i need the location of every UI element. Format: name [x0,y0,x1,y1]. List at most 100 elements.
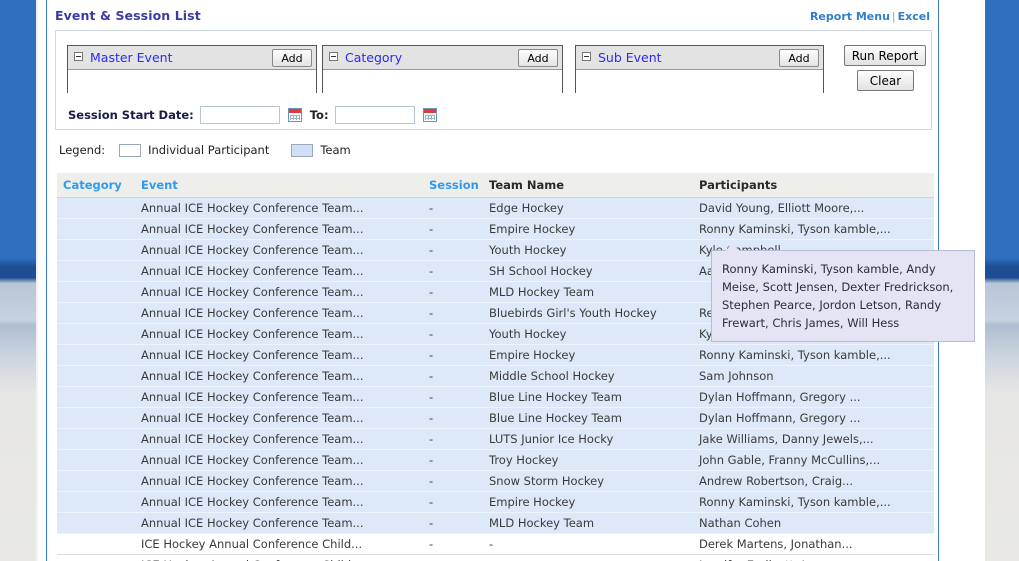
cell-participants: Derek Martens, Jonathan... [693,533,934,555]
cell-participants: Ronny Kaminski, Tyson kamble,... [693,344,934,366]
session-end-date-input[interactable] [334,106,415,124]
right-gutter [975,0,985,561]
tooltip-pointer-icon [726,242,739,251]
filter-group-label[interactable]: Sub Event [598,50,662,65]
filter-group-label[interactable]: Master Event [90,50,172,65]
cell-category [57,428,135,450]
table-row[interactable]: Annual ICE Hockey Conference Team... - Emp… [57,218,934,240]
table-row[interactable]: Annual ICE Hockey Conference Team... - Mid… [57,365,934,387]
cell-participants: David Young, Elliott Moore,... [693,197,934,219]
cell-team-name: Edge Hockey [483,197,693,219]
cell-session: - [423,449,483,471]
cell-session: - [423,533,483,555]
cell-session: - [423,197,483,219]
legend: Legend: Individual Participant Team [59,143,373,157]
table-row[interactable]: Annual ICE Hockey Conference Team... - Edg… [57,197,934,219]
cell-participants: Dylan Hoffmann, Gregory ... [693,386,934,408]
cell-event: Annual ICE Hockey Conference Team... [135,470,423,492]
cell-event: Annual ICE Hockey Conference Team... [135,386,423,408]
table-row[interactable]: Annual ICE Hockey Conference Team... - MLD… [57,512,934,534]
left-decorative-background [0,0,36,561]
column-header-team-name: Team Name [483,173,693,198]
legend-swatch-individual [119,143,142,157]
minus-box-icon[interactable] [329,52,338,61]
cell-team-name: - [483,533,693,555]
cell-participants: Ronny Kaminski, Tyson kamble,... [693,491,934,513]
table-row[interactable]: Annual ICE Hockey Conference Team... - Blu… [57,386,934,408]
cell-team-name: SH School Hockey [483,260,693,282]
cell-participants: Sam Johnson [693,365,934,387]
filter-group-header: Category Add [323,46,562,70]
cell-participants: Ronny Kaminski, Tyson kamble,... [693,218,934,240]
filter-group-sub-event: Sub Event Add [575,45,824,93]
add-master-event-button[interactable]: Add [272,49,312,67]
cell-session: - [423,302,483,324]
cell-category [57,491,135,513]
cell-participants: Nathan Cohen [693,512,934,534]
minus-box-icon[interactable] [582,52,591,61]
excel-export-link[interactable]: Excel [898,10,930,23]
table-row[interactable]: Annual ICE Hockey Conference Team... - Blu… [57,407,934,429]
minus-box-icon[interactable] [74,52,83,61]
session-start-date-label: Session Start Date: [68,108,194,122]
cell-event: Annual ICE Hockey Conference Team... [135,491,423,513]
cell-event: Annual ICE Hockey Conference Team... [135,323,423,345]
cell-category [57,302,135,324]
filter-group-category: Category Add [322,45,563,93]
calendar-icon[interactable] [422,108,437,122]
cell-team-name: Empire Hockey [483,218,693,240]
calendar-icon[interactable] [287,108,302,122]
cell-category [57,470,135,492]
cell-session: - [423,281,483,303]
cell-event: ICE Hockey Annual Conference Child... [135,554,423,561]
add-category-button[interactable]: Add [518,49,558,67]
cell-team-name: Blue Line Hockey Team [483,407,693,429]
cell-event: Annual ICE Hockey Conference Team... [135,218,423,240]
cell-event: Annual ICE Hockey Conference Team... [135,407,423,429]
clear-button[interactable]: Clear [857,70,914,91]
filter-group-body [323,70,562,93]
table-row[interactable]: Annual ICE Hockey Conference Team... - Sno… [57,470,934,492]
report-menu-link[interactable]: Report Menu [810,10,890,23]
column-header-session[interactable]: Session [423,173,483,198]
cell-category [57,344,135,366]
table-row[interactable]: ICE Hockey Annual Conference Child... - - D… [57,533,934,555]
filter-group-master-event: Master Event Add [67,45,317,93]
cell-category [57,239,135,261]
cell-event: Annual ICE Hockey Conference Team... [135,239,423,261]
cell-session: - [423,218,483,240]
session-start-date-input[interactable] [199,106,280,124]
cell-category [57,554,135,561]
legend-title: Legend: [59,143,106,157]
cell-team-name: Bluebirds Girl's Youth Hockey [483,302,693,324]
column-header-participants: Participants [693,173,934,198]
results-table-wrapper: Category Event Session Team Name Partici… [57,173,934,561]
cell-session: - [423,491,483,513]
column-header-event[interactable]: Event [135,173,423,198]
cell-team-name: LUTS Junior Ice Hocky [483,428,693,450]
results-table: Category Event Session Team Name Partici… [57,173,934,561]
table-row[interactable]: Annual ICE Hockey Conference Team... - Emp… [57,344,934,366]
cell-team-name: - [483,554,693,561]
table-row[interactable]: Annual ICE Hockey Conference Team... - LUT… [57,428,934,450]
filter-group-label[interactable]: Category [345,50,402,65]
cell-team-name: Snow Storm Hockey [483,470,693,492]
run-report-button[interactable]: Run Report [844,45,926,66]
cell-event: Annual ICE Hockey Conference Team... [135,365,423,387]
table-row[interactable]: ICE Hockey Annual Conference Child...--J… [57,554,934,561]
legend-label-team: Team [320,143,351,157]
link-separator: | [891,10,896,23]
column-header-category[interactable]: Category [57,173,135,198]
legend-label-individual: Individual Participant [148,143,270,157]
legend-swatch-team [291,143,314,157]
cell-category [57,260,135,282]
table-row[interactable]: Annual ICE Hockey Conference Team... - Tro… [57,449,934,471]
cell-team-name: Blue Line Hockey Team [483,386,693,408]
cell-team-name: Empire Hockey [483,344,693,366]
cell-session: - [423,344,483,366]
cell-team-name: Middle School Hockey [483,365,693,387]
participants-tooltip: Ronny Kaminski, Tyson kamble, Andy Meise… [711,250,975,342]
add-sub-event-button[interactable]: Add [779,49,819,67]
cell-category [57,533,135,555]
table-row[interactable]: Annual ICE Hockey Conference Team... - Emp… [57,491,934,513]
